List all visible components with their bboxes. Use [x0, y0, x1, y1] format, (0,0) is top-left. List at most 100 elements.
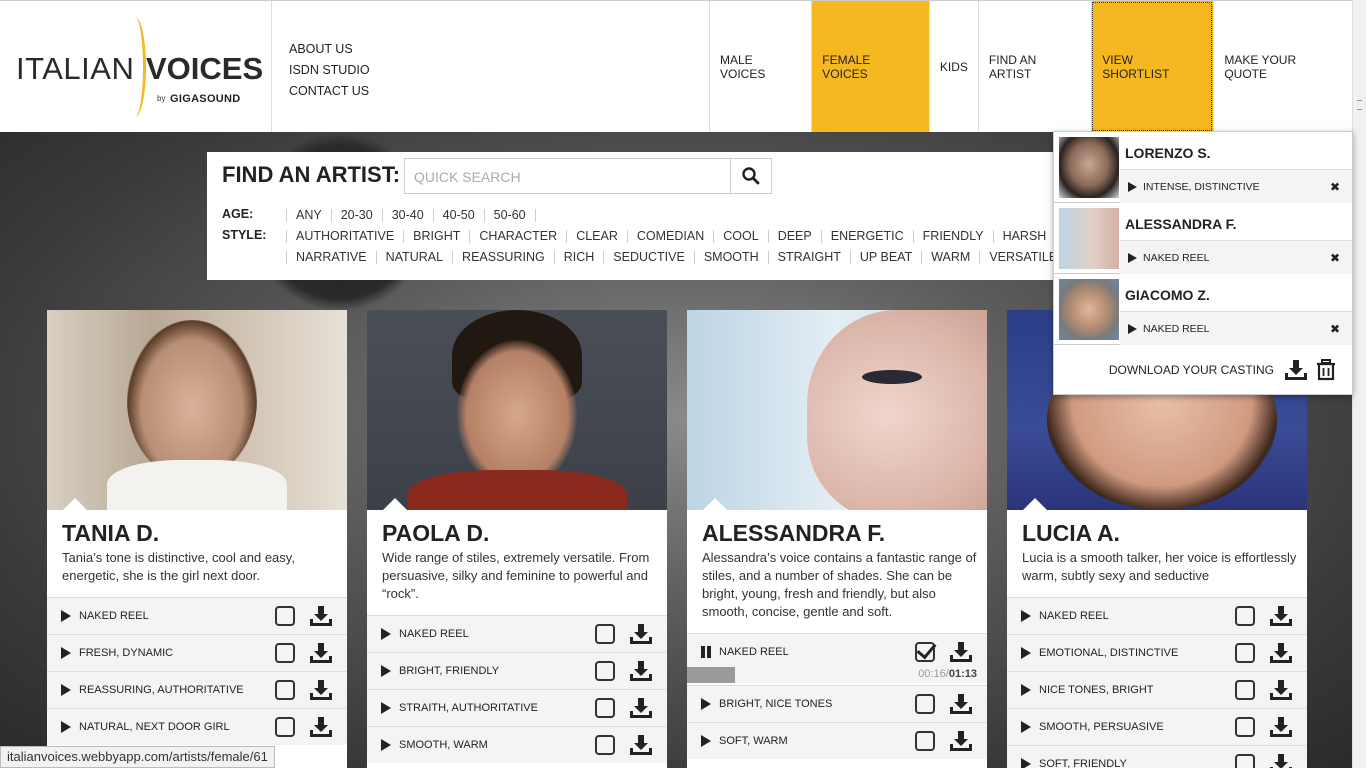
track-row[interactable]: NICE TONES, BRIGHT	[1007, 671, 1307, 708]
shortlist-checkbox-checked[interactable]	[915, 642, 935, 662]
download-icon[interactable]	[1269, 605, 1293, 627]
download-icon[interactable]	[309, 679, 333, 701]
age-option[interactable]: ANY	[286, 209, 331, 222]
artist-photo[interactable]	[687, 310, 987, 510]
track-row[interactable]: STRAITH, AUTHORITATIVE	[367, 689, 667, 726]
download-icon[interactable]	[949, 730, 973, 752]
nav-contact-us[interactable]: CONTACT US	[289, 81, 370, 102]
download-icon[interactable]	[949, 693, 973, 715]
nav-find-an-artist[interactable]: FIND AN ARTIST	[977, 1, 1091, 132]
artist-name[interactable]: PAOLA D.	[382, 520, 489, 547]
shortlist-checkbox[interactable]	[1235, 754, 1255, 768]
artist-name[interactable]: ALESSANDRA F.	[702, 520, 885, 547]
play-icon[interactable]	[381, 628, 391, 640]
style-option[interactable]: CLEAR	[566, 230, 627, 243]
trash-icon[interactable]	[1316, 359, 1336, 381]
shortlist-checkbox[interactable]	[915, 694, 935, 714]
shortlist-track-row[interactable]: NAKED REEL ✖	[1120, 240, 1352, 274]
style-option[interactable]: REASSURING	[452, 251, 554, 264]
download-icon[interactable]	[1269, 679, 1293, 701]
play-icon[interactable]	[61, 684, 71, 696]
artist-photo[interactable]	[47, 310, 347, 510]
shortlist-checkbox[interactable]	[595, 624, 615, 644]
shortlist-checkbox[interactable]	[915, 731, 935, 751]
pause-icon[interactable]	[701, 646, 711, 658]
track-row[interactable]: FRESH, DYNAMIC	[47, 634, 347, 671]
play-icon[interactable]	[1021, 758, 1031, 768]
play-icon[interactable]	[1128, 181, 1137, 192]
nav-female-voices[interactable]: FEMALE VOICES	[811, 1, 929, 132]
shortlist-checkbox[interactable]	[1235, 643, 1255, 663]
download-icon[interactable]	[1269, 642, 1293, 664]
artist-name[interactable]: TANIA D.	[62, 520, 159, 547]
track-row[interactable]: BRIGHT, FRIENDLY	[367, 652, 667, 689]
shortlist-artist-name[interactable]: LORENZO S.	[1125, 145, 1211, 161]
artist-name[interactable]: LUCIA A.	[1022, 520, 1120, 547]
shortlist-checkbox[interactable]	[275, 680, 295, 700]
shortlist-checkbox[interactable]	[595, 698, 615, 718]
play-icon[interactable]	[1021, 684, 1031, 696]
download-icon[interactable]	[1284, 359, 1308, 381]
play-icon[interactable]	[381, 702, 391, 714]
download-icon[interactable]	[1269, 753, 1293, 768]
track-row[interactable]: SMOOTH, WARM	[367, 726, 667, 763]
nav-make-your-quote[interactable]: MAKE YOUR QUOTE	[1213, 1, 1352, 132]
style-option[interactable]: NATURAL	[375, 251, 452, 264]
play-icon[interactable]	[381, 739, 391, 751]
download-icon[interactable]	[309, 605, 333, 627]
download-icon[interactable]	[949, 641, 973, 663]
shortlist-checkbox[interactable]	[1235, 717, 1255, 737]
style-option[interactable]: STRAIGHT	[767, 251, 850, 264]
play-icon[interactable]	[61, 610, 71, 622]
age-option[interactable]: 30-40	[381, 209, 433, 222]
quick-search-input[interactable]: QUICK SEARCH	[404, 158, 731, 194]
download-icon[interactable]	[629, 734, 653, 756]
download-icon[interactable]	[629, 623, 653, 645]
style-option[interactable]: AUTHORITATIVE	[286, 230, 403, 243]
shortlist-artist-name[interactable]: ALESSANDRA F.	[1125, 216, 1237, 232]
nav-male-voices[interactable]: MALE VOICES	[709, 1, 811, 132]
audio-progress[interactable]: 00:16/01:13	[687, 667, 987, 683]
remove-icon[interactable]: ✖	[1330, 180, 1340, 194]
age-option[interactable]: 20-30	[330, 209, 382, 222]
shortlist-checkbox[interactable]	[595, 661, 615, 681]
nav-kids[interactable]: KIDS	[928, 1, 978, 132]
download-icon[interactable]	[629, 697, 653, 719]
shortlist-checkbox[interactable]	[275, 717, 295, 737]
search-button[interactable]	[730, 158, 772, 194]
style-option[interactable]: RICH	[553, 251, 604, 264]
track-row[interactable]: SOFT, FRIENDLY	[1007, 745, 1307, 768]
page-scrollbar[interactable]	[1352, 0, 1366, 768]
play-icon[interactable]	[1128, 323, 1137, 334]
track-row[interactable]: SOFT, WARM	[687, 722, 987, 759]
play-icon[interactable]	[701, 735, 711, 747]
shortlist-checkbox[interactable]	[595, 735, 615, 755]
track-row[interactable]: NAKED REEL	[367, 615, 667, 652]
style-option[interactable]: FRIENDLY	[912, 230, 993, 243]
shortlist-thumb[interactable]	[1059, 137, 1119, 198]
shortlist-checkbox[interactable]	[275, 643, 295, 663]
track-row[interactable]: NAKED REEL	[1007, 597, 1307, 634]
shortlist-checkbox[interactable]	[275, 606, 295, 626]
shortlist-track-row[interactable]: NAKED REEL ✖	[1120, 311, 1352, 345]
nav-view-shortlist[interactable]: VIEW SHORTLIST	[1091, 1, 1214, 132]
style-option[interactable]: SEDUCTIVE	[603, 251, 694, 264]
download-icon[interactable]	[629, 660, 653, 682]
track-row[interactable]: NATURAL, NEXT DOOR GIRL	[47, 708, 347, 745]
shortlist-artist-name[interactable]: GIACOMO Z.	[1125, 287, 1210, 303]
style-option[interactable]: COOL	[713, 230, 767, 243]
style-option[interactable]: WARM	[921, 251, 979, 264]
play-icon[interactable]	[61, 721, 71, 733]
download-icon[interactable]	[309, 716, 333, 738]
style-option[interactable]: COMEDIAN	[626, 230, 713, 243]
remove-icon[interactable]: ✖	[1330, 322, 1340, 336]
download-icon[interactable]	[1269, 716, 1293, 738]
track-row[interactable]: SMOOTH, PERSUASIVE	[1007, 708, 1307, 745]
play-icon[interactable]	[1021, 721, 1031, 733]
style-option[interactable]: DEEP	[767, 230, 821, 243]
download-icon[interactable]	[309, 642, 333, 664]
play-icon[interactable]	[701, 698, 711, 710]
track-row[interactable]: REASSURING, AUTHORITATIVE	[47, 671, 347, 708]
track-row[interactable]: EMOTIONAL, DISTINCTIVE	[1007, 634, 1307, 671]
shortlist-checkbox[interactable]	[1235, 680, 1255, 700]
